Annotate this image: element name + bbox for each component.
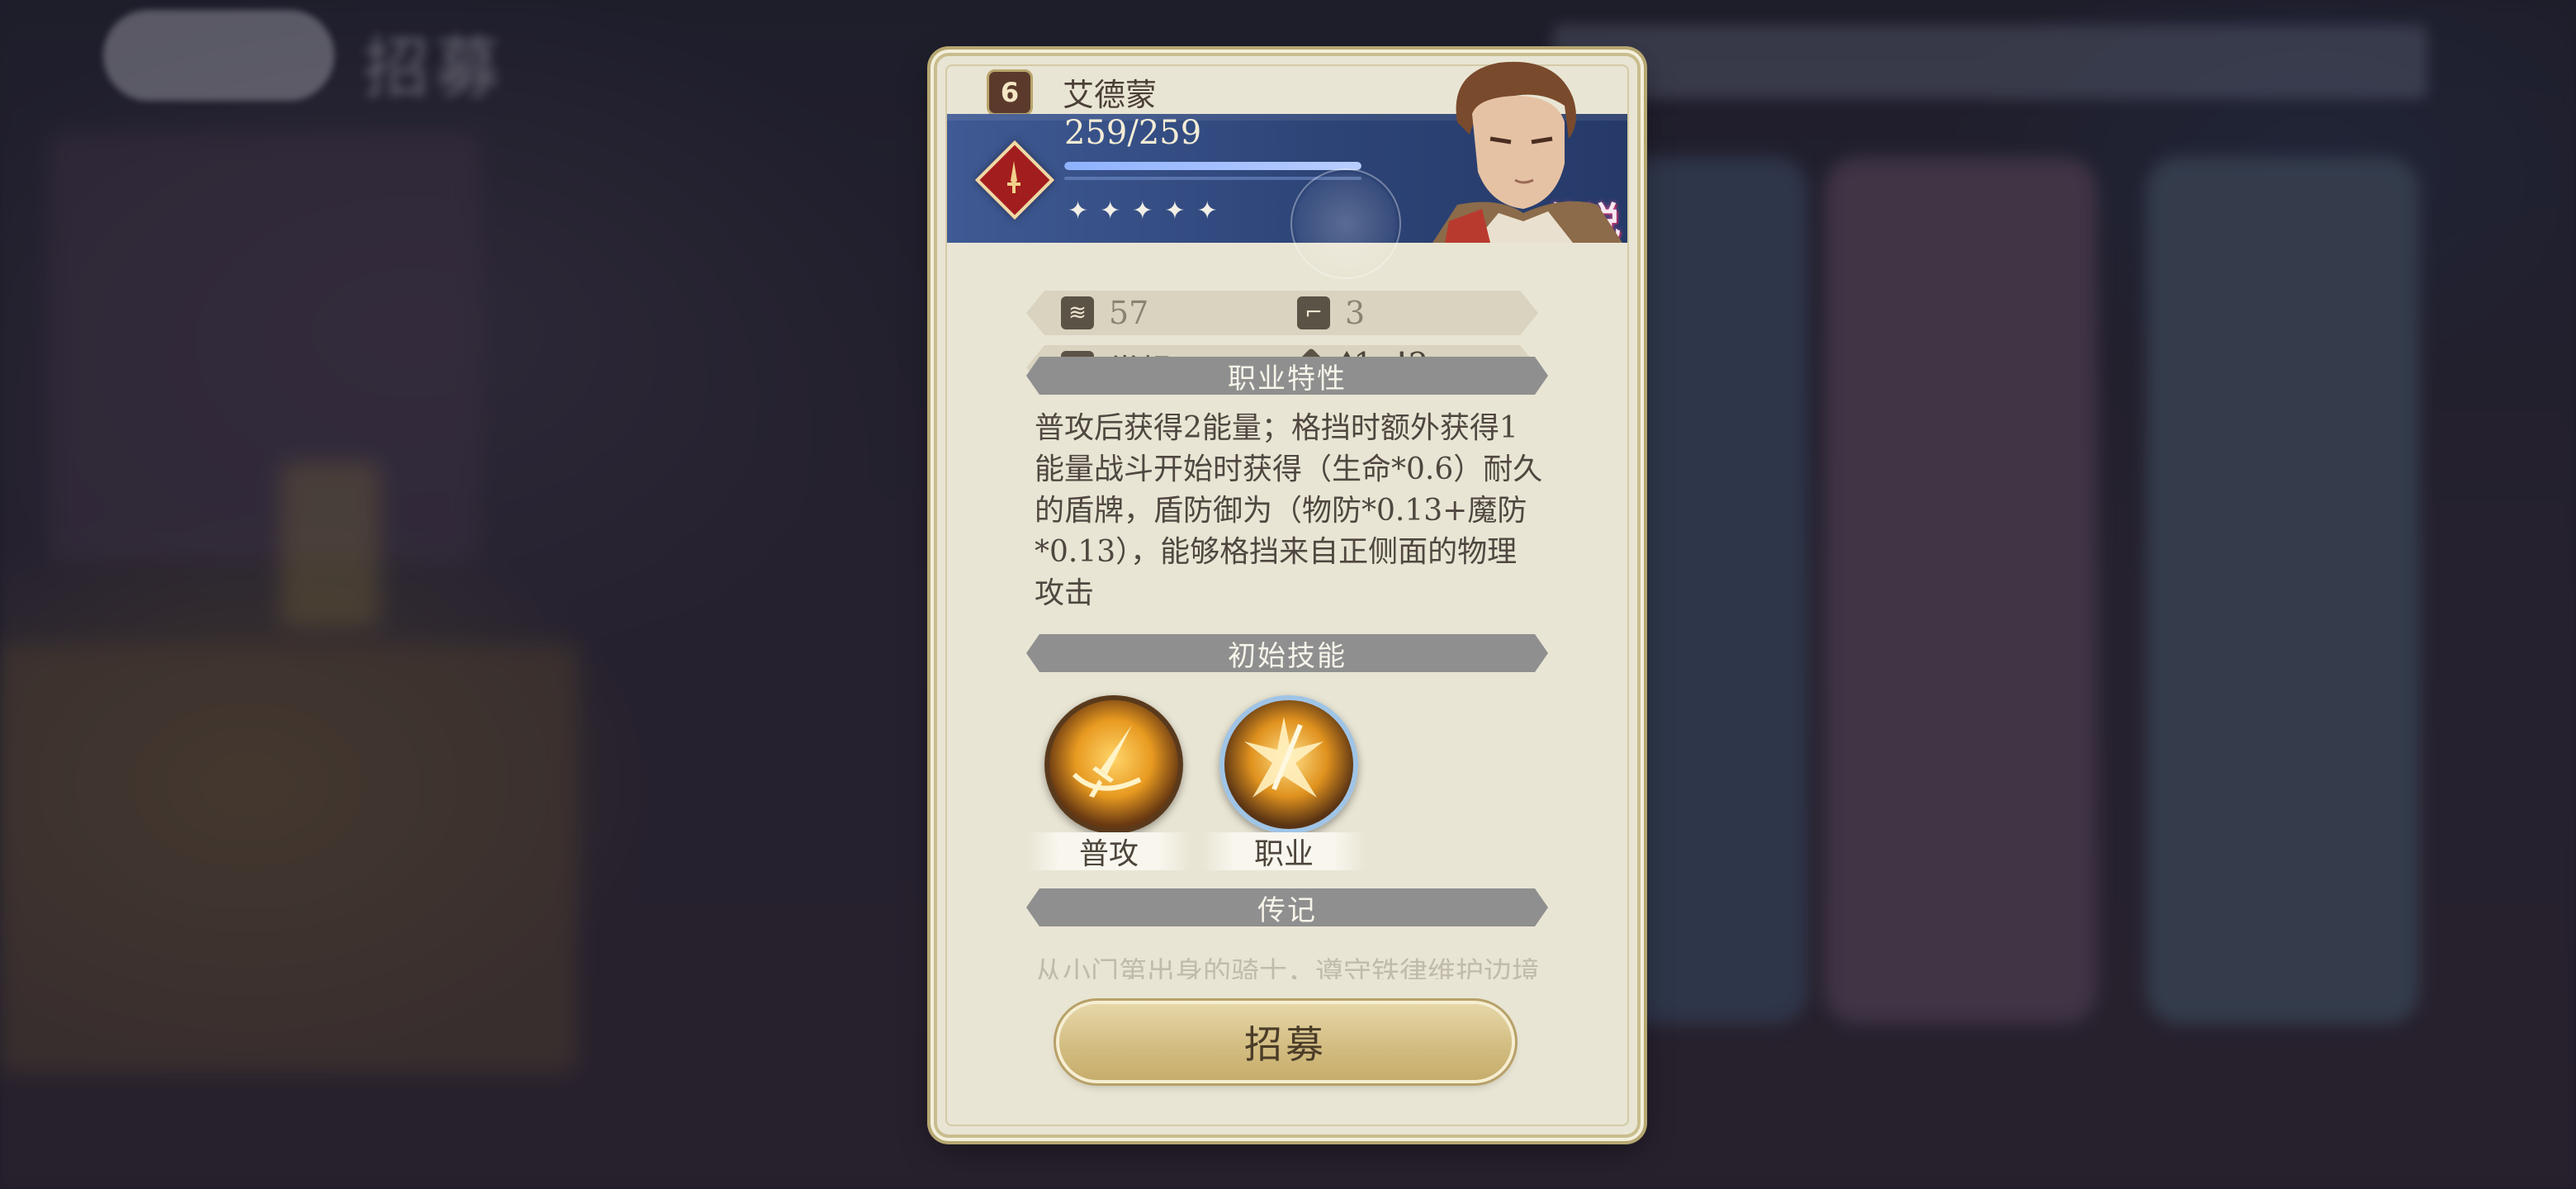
hero-portrait — [1432, 61, 1622, 243]
defense-stat: ≋ 57 — [1061, 291, 1148, 335]
hp-bar — [1064, 162, 1361, 170]
star-icon: ✦ — [1100, 197, 1121, 225]
star-icon: ✦ — [1132, 197, 1153, 225]
background-page-title: 招募 — [363, 30, 505, 107]
hero-name: 艾德蒙 — [1063, 77, 1158, 113]
normal-attack-label: 普攻 — [1026, 832, 1191, 871]
class-skill[interactable] — [1219, 695, 1358, 834]
sword-class-icon — [999, 157, 1029, 198]
hero-level-badge: 6 — [987, 69, 1033, 116]
background-currency-bar — [1552, 25, 2427, 99]
defense-value: 57 — [1109, 295, 1149, 331]
trait-description-rest: 战斗开始时获得（生命*0.6）耐久的盾牌，盾防御为（物防*0.13+魔防*0.1… — [1035, 452, 1543, 610]
class-skill-label: 职业 — [1201, 832, 1366, 871]
trait-description: 普攻后获得2能量；格挡时额外获得1能量战斗开始时获得（生命*0.6）耐久的盾牌，… — [1035, 408, 1546, 614]
boot-icon: ⌐ — [1297, 296, 1330, 329]
star-icon: ✦ — [1196, 197, 1218, 225]
sword-slash-icon — [1072, 725, 1142, 798]
star-icon: ✦ — [1068, 197, 1089, 225]
move-stat: ⌐ 3 — [1297, 291, 1365, 335]
hp-bar-fill — [1064, 162, 1361, 170]
trait-section-header: 职业特性 — [1026, 357, 1548, 395]
recruit-button[interactable]: 招募 — [1059, 1004, 1512, 1080]
stat-row-defense: ≋ 57 ⌐ 3 — [1026, 291, 1538, 335]
back-button[interactable] — [103, 10, 334, 101]
shield-burst-icon — [1244, 717, 1324, 798]
hp-text: 259/259 — [1064, 114, 1202, 152]
star-rating: ✦ ✦ ✦ ✦ ✦ — [1068, 197, 1218, 225]
defense-icon: ≋ — [1061, 296, 1094, 329]
skills-section-header: 初始技能 — [1026, 634, 1548, 672]
hero-detail-panel: 6 艾德蒙 259/259 ✦ ✦ ✦ ✦ ✦ 传说 — [937, 56, 1637, 1135]
move-value: 3 — [1345, 295, 1366, 331]
tutorial-highlight — [1290, 168, 1401, 279]
bio-section-header: 传记 — [1026, 888, 1548, 926]
bio-preview: 从小门第出身的骑士，遵守铁律维护边境 — [1035, 956, 1540, 979]
star-icon: ✦ — [1164, 197, 1186, 225]
normal-attack-skill[interactable] — [1044, 695, 1183, 834]
